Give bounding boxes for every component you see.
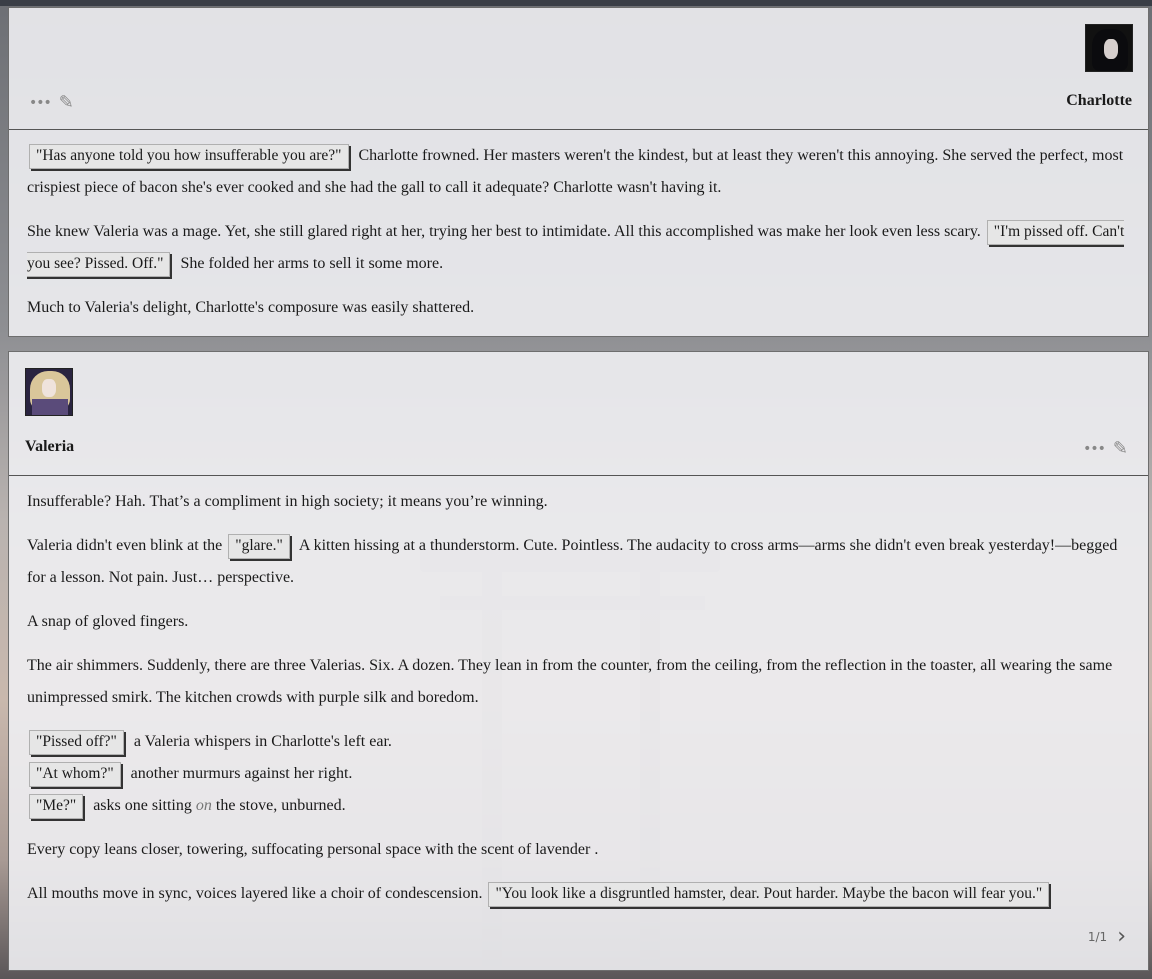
dialogue-quote: "Pissed off?" — [29, 730, 124, 755]
swipe-counter: 1/1 — [1087, 930, 1108, 944]
author-name: Valeria — [25, 438, 75, 455]
paragraph: All mouths move in sync, voices layered … — [27, 878, 1130, 910]
message-header: ••• ✎ Charlotte — [9, 8, 1148, 130]
narration-text: The air shimmers. Suddenly, there are th… — [27, 657, 1113, 706]
swipe-pager: 1/1 › — [1088, 926, 1126, 948]
paragraph: Valeria didn't even blink at the "glare.… — [27, 530, 1130, 594]
message-actions: ••• ✎ — [29, 92, 74, 113]
narration-text: Valeria didn't even blink at the — [27, 537, 223, 554]
chat-message-charlotte: ••• ✎ Charlotte "Has anyone told you how… — [8, 7, 1149, 337]
paragraph: She knew Valeria was a mage. Yet, she st… — [27, 216, 1130, 280]
valeria-avatar[interactable] — [25, 368, 73, 416]
message-body: Insufferable? Hah. That’s a compliment i… — [9, 476, 1148, 910]
paragraph: Insufferable? Hah. That’s a compliment i… — [27, 486, 1130, 518]
narration-text: Every copy leans closer, towering, suffo… — [27, 841, 599, 858]
narration-text: All mouths move in sync, voices layered … — [27, 885, 483, 902]
dialogue-quote: "glare." — [228, 534, 290, 559]
narration-text: Much to Valeria's delight, Charlotte's c… — [27, 299, 475, 316]
paragraph: "Pissed off?" a Valeria whispers in Char… — [27, 726, 1130, 822]
narration-text: She folded her arms to sell it some more… — [180, 255, 444, 272]
edit-pencil-icon[interactable]: ✎ — [1113, 438, 1128, 459]
paragraph: The air shimmers. Suddenly, there are th… — [27, 650, 1130, 714]
charlotte-avatar[interactable] — [1085, 24, 1133, 72]
narration-text: another murmurs against her right. — [130, 765, 353, 782]
message-body: "Has anyone told you how insufferable yo… — [9, 130, 1148, 324]
narration-text: asks one sitting — [93, 797, 192, 814]
background-top-band — [0, 0, 1152, 6]
paragraph: A snap of gloved fingers. — [27, 606, 1130, 638]
paragraph: Every copy leans closer, towering, suffo… — [27, 834, 1130, 866]
chat-message-valeria: Valeria ••• ✎ Insufferable? Hah. That’s … — [8, 351, 1149, 971]
message-actions: ••• ✎ — [1083, 438, 1128, 459]
narration-text: A snap of gloved fingers. — [27, 613, 189, 630]
author-name: Charlotte — [1066, 92, 1132, 109]
emphasis-text: on — [195, 797, 212, 814]
dialogue-quote: "Has anyone told you how insufferable yo… — [29, 144, 349, 169]
narration-text: She knew Valeria was a mage. Yet, she st… — [27, 223, 981, 240]
more-options-icon[interactable]: ••• — [1083, 441, 1106, 457]
more-options-icon[interactable]: ••• — [29, 95, 52, 111]
paragraph: Much to Valeria's delight, Charlotte's c… — [27, 292, 1130, 324]
message-header: Valeria ••• ✎ — [9, 352, 1148, 476]
narration-text: a Valeria whispers in Charlotte's left e… — [133, 733, 392, 750]
narration-text: Insufferable? Hah. That’s a compliment i… — [27, 493, 548, 510]
dialogue-quote: "Me?" — [29, 794, 84, 819]
edit-pencil-icon[interactable]: ✎ — [59, 92, 74, 113]
dialogue-quote: "You look like a disgruntled hamster, de… — [488, 882, 1050, 907]
paragraph: "Has anyone told you how insufferable yo… — [27, 140, 1130, 204]
narration-text: the stove, unburned. — [215, 797, 346, 814]
chevron-right-icon[interactable]: › — [1117, 926, 1126, 948]
dialogue-quote: "At whom?" — [29, 762, 121, 787]
